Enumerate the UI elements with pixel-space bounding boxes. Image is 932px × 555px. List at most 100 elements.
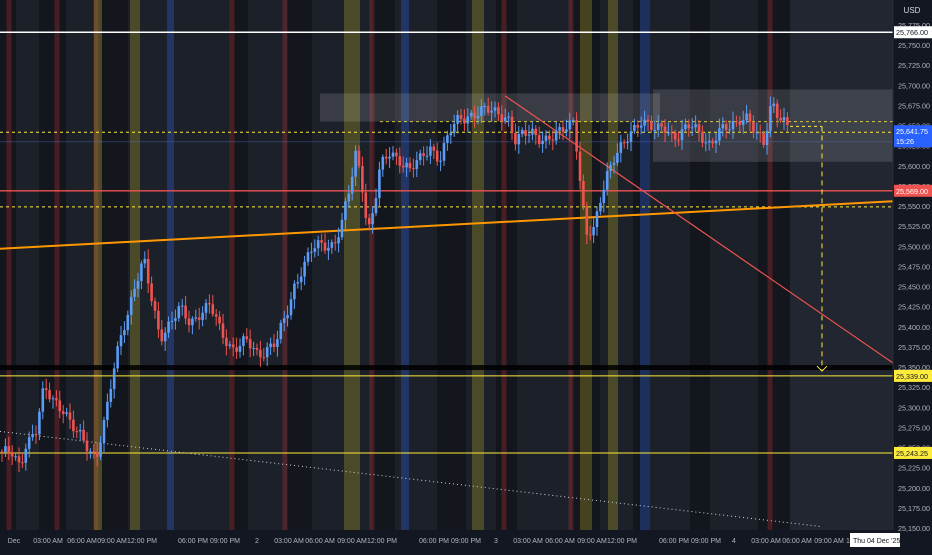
candle-up — [310, 251, 313, 253]
candle-up — [772, 103, 776, 107]
candle-down — [197, 317, 201, 320]
price-tick: 25,375.00 — [898, 343, 930, 352]
session-marker-blue — [167, 0, 174, 530]
candle-down — [412, 168, 415, 170]
candle-up — [565, 129, 568, 132]
price-scale: USD25,775.0025,750.0025,725.0025,700.002… — [892, 0, 932, 550]
price-tick: 25,425.00 — [898, 303, 930, 312]
price-tick: 25,275.00 — [898, 423, 930, 432]
candle-up — [446, 135, 449, 143]
session-marker-yellow — [472, 0, 484, 530]
currency-label[interactable]: USD — [904, 6, 921, 15]
candle-up — [282, 318, 286, 323]
candle-down — [650, 121, 653, 131]
candle-up — [480, 106, 483, 116]
candle-up — [415, 160, 419, 169]
candle-up — [405, 162, 408, 168]
candle-down — [85, 440, 89, 452]
session-marker-blue — [640, 0, 650, 530]
candle-up — [354, 150, 357, 177]
candle-up — [347, 193, 351, 202]
candle-up — [112, 368, 116, 389]
candle-down — [7, 446, 11, 452]
candle-down — [677, 139, 680, 141]
time-tick: 06:00 AM — [305, 538, 335, 545]
candle-up — [136, 280, 140, 289]
candle-up — [276, 339, 279, 347]
candle-up — [520, 130, 524, 135]
candle-down — [357, 150, 361, 166]
candle-up — [293, 283, 296, 300]
candle-down — [463, 118, 466, 124]
candle-up — [721, 124, 725, 129]
time-tick: 09:00 PM — [210, 538, 240, 545]
candle-down — [432, 146, 436, 151]
candle-up — [102, 419, 106, 444]
candle-down — [497, 107, 500, 115]
trading-chart[interactable]: USD 25,775.00 25,750.00 25,725.00 25,700.00 2… — [0, 0, 932, 550]
candle-down — [551, 139, 555, 141]
candle-up — [599, 202, 602, 212]
candle-up — [201, 312, 204, 320]
session-marker-yellow — [130, 0, 140, 530]
cursor-time-label: Thu 04 Dec '25 — [853, 538, 900, 545]
candle-up — [194, 317, 198, 319]
session-marker-blue — [401, 0, 409, 530]
candle-down — [187, 318, 191, 326]
candle-up — [554, 130, 558, 141]
candle-up — [469, 112, 473, 117]
time-tick: 12:00 PM — [607, 538, 637, 545]
candle-down — [582, 180, 585, 206]
time-tick: 09:00 AM — [814, 538, 844, 545]
candle-up — [571, 120, 575, 122]
candle-up — [694, 124, 697, 128]
candle-up — [765, 130, 769, 146]
off-hours-band — [102, 0, 128, 530]
candle-down — [48, 390, 51, 400]
session-marker-yellow — [608, 0, 618, 530]
time-tick: 2 — [255, 538, 259, 545]
candle-up — [605, 170, 609, 190]
chart-canvas[interactable]: USD25,775.0025,750.0025,725.0025,700.002… — [0, 0, 932, 550]
candle-down — [534, 128, 538, 136]
candle-up — [544, 135, 548, 141]
candle-down — [473, 112, 476, 119]
price-label-top: 25,766.00 — [896, 28, 928, 37]
candle-down — [231, 344, 235, 348]
price-tick: 25,325.00 — [898, 383, 930, 392]
candle-up — [167, 321, 170, 333]
candle-up — [418, 153, 422, 161]
candle-down — [779, 118, 782, 121]
candle-down — [514, 133, 517, 145]
candle-down — [500, 114, 504, 122]
time-tick: 3 — [494, 538, 498, 545]
candle-down — [762, 133, 765, 146]
candle-down — [395, 152, 398, 157]
candle-up — [541, 140, 544, 145]
candle-down — [333, 242, 337, 244]
candle-down — [646, 119, 650, 122]
candle-down — [92, 451, 96, 453]
candle-up — [327, 247, 330, 251]
candle-up — [490, 110, 493, 113]
candle-up — [238, 345, 242, 352]
candle-up — [170, 320, 174, 322]
candle-up — [456, 115, 459, 124]
time-tick: 06:00 PM — [178, 538, 208, 545]
candle-down — [524, 130, 527, 136]
candle-up — [619, 142, 623, 153]
off-hours-band — [39, 0, 66, 530]
candle-down — [735, 121, 738, 123]
candle-up — [27, 437, 31, 449]
candle-up — [704, 142, 708, 144]
session-marker-red — [501, 0, 507, 530]
candle-up — [252, 347, 255, 349]
time-tick: 09:00 PM — [451, 538, 481, 545]
candle-up — [143, 258, 147, 264]
candle-down — [585, 205, 589, 235]
candle-down — [588, 234, 592, 236]
candle-up — [731, 121, 735, 130]
candle-down — [459, 115, 463, 119]
candle-down — [214, 314, 218, 317]
candle-up — [174, 318, 177, 321]
